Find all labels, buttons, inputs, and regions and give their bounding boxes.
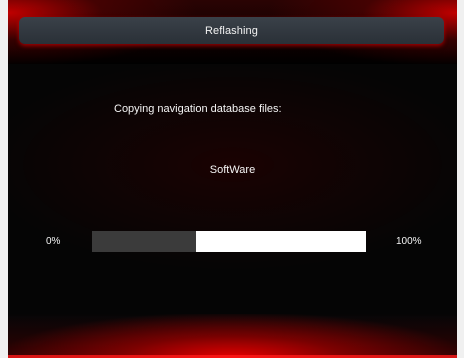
reflash-screen: Reflashing Copying navigation database f… [8,0,457,358]
progress-bar [92,231,366,252]
progress-fill [92,231,197,252]
progress-min-label: 0% [46,236,61,247]
title-bar: Reflashing [19,17,444,44]
device-frame: Reflashing Copying navigation database f… [0,0,464,358]
footer-glow [8,314,457,358]
status-message: Copying navigation database files: [114,103,282,115]
page-title: Reflashing [205,24,258,37]
current-item-label: SoftWare [209,164,256,176]
progress-max-label: 100% [396,236,422,247]
content-area [8,64,457,316]
